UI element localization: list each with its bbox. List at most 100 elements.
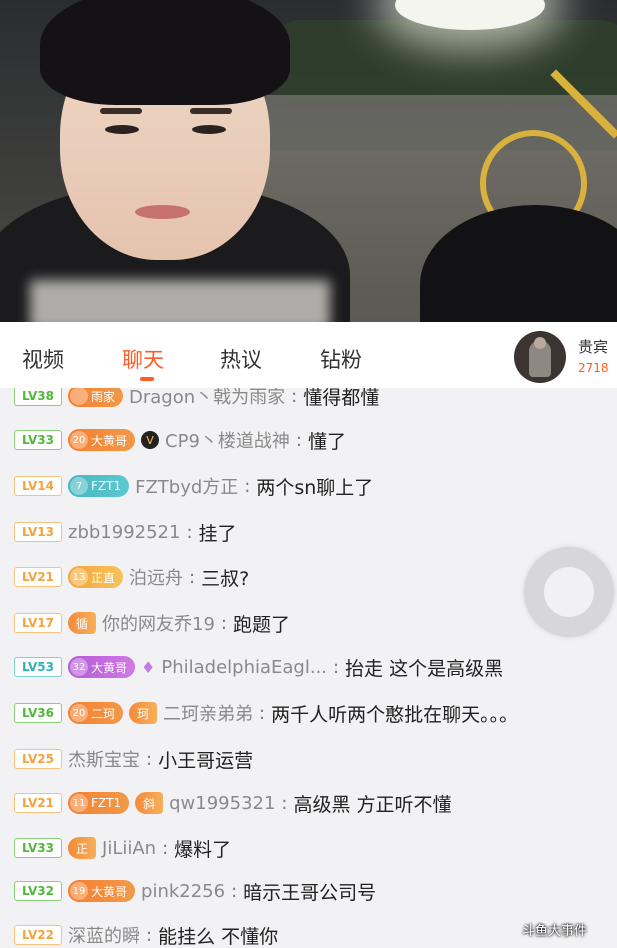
username[interactable]: pink2256 <box>141 881 225 902</box>
fan-badge-level: 19 <box>70 882 88 900</box>
chat-message[interactable]: LV17 循你的网友乔19: 跑题了 <box>14 609 290 637</box>
chat-message[interactable]: LV14 7 FZT1 FZTbyd方正: 两个sn聊上了 <box>14 472 373 500</box>
video-brow-left <box>100 108 142 114</box>
fan-badge[interactable]: 13 正直 <box>68 566 124 588</box>
message-text: 能挂么 不懂你 <box>158 925 279 948</box>
username[interactable]: qw1995321 <box>169 793 275 814</box>
chat-message[interactable]: LV38 雨家 Dragon丶戟为雨家: 懂得都懂 <box>14 388 379 410</box>
tab-video[interactable]: 视频 <box>22 344 64 374</box>
level-badge: LV21 <box>14 793 62 813</box>
message-text: 两千人听两个憨批在聊天。。。 <box>271 703 519 726</box>
username[interactable]: JiLiiAn <box>102 838 156 859</box>
message-text: 高级黑 方正听不懂 <box>293 793 452 816</box>
fan-badge-level: 11 <box>70 794 88 812</box>
fan-badge-level: 7 <box>70 477 88 495</box>
vip-label[interactable]: 贵宾 <box>578 336 608 357</box>
message-separator: : <box>231 880 238 902</box>
username[interactable]: 二珂亲弟弟 <box>163 700 253 726</box>
message-text: 暗示王哥公司号 <box>243 881 377 904</box>
tab-diamond-fans[interactable]: 钻粉 <box>320 344 362 374</box>
chat-message[interactable]: LV53 32 大黄哥 ♦ PhiladelphiaEagl...: 抬走 这个是高级黑 <box>14 653 503 681</box>
username[interactable]: PhiladelphiaEagl... <box>161 657 327 678</box>
chat-message[interactable]: LV22 深蓝的瞬: 能挂么 不懂你 <box>14 921 278 948</box>
username[interactable]: CP9丶楼道战神 <box>165 427 290 453</box>
level-badge: LV32 <box>14 881 62 901</box>
fan-badge-level: 32 <box>70 658 88 676</box>
fan-badge[interactable]: 雨家 <box>68 388 124 407</box>
vip-avatar[interactable] <box>514 331 566 383</box>
message-separator: : <box>220 612 227 634</box>
fan-badge-text: 正直 <box>91 570 116 585</box>
video-eye-right <box>192 125 226 134</box>
message-separator: : <box>146 924 153 946</box>
message-text: 跑题了 <box>233 613 291 636</box>
level-badge: LV14 <box>14 476 62 496</box>
level-badge: LV13 <box>14 522 62 542</box>
message-separator: : <box>281 792 288 814</box>
message-separator: : <box>186 521 193 543</box>
watermark-text: 斗鱼大事件 <box>522 924 588 939</box>
fan-club-badge[interactable]: 斜 <box>135 792 164 814</box>
fan-badge[interactable]: 20 二珂 <box>68 702 124 724</box>
username[interactable]: 深蓝的瞬 <box>68 922 140 948</box>
message-text: 挂了 <box>198 522 237 545</box>
message-separator: : <box>146 748 153 770</box>
fan-badge[interactable]: 32 大黄哥 <box>68 656 136 678</box>
fan-badge[interactable]: 20 大黄哥 <box>68 429 136 451</box>
message-text: 抬走 这个是高级黑 <box>345 657 504 680</box>
video-brow-right <box>190 108 232 114</box>
fan-badge[interactable]: 19 大黄哥 <box>68 880 136 902</box>
fan-badge-text: 二珂 <box>91 706 116 721</box>
chat-message[interactable]: LV25 杰斯宝宝: 小王哥运营 <box>14 745 253 773</box>
username[interactable]: Dragon丶戟为雨家 <box>129 388 285 409</box>
live-video[interactable] <box>0 0 617 322</box>
tab-hot-topics[interactable]: 热议 <box>220 344 262 374</box>
fan-badge[interactable]: 11 FZT1 <box>68 792 130 814</box>
message-text: 三叔? <box>201 567 250 590</box>
fan-badge-text: 大黄哥 <box>91 433 128 448</box>
verified-icon: V <box>141 431 160 449</box>
fan-badge-text: 大黄哥 <box>91 884 128 899</box>
message-text: 爆料了 <box>174 838 232 861</box>
video-streamer-mouth <box>135 205 190 219</box>
fan-club-badge[interactable]: 正 <box>68 837 97 859</box>
fan-badge-text: FZT1 <box>91 479 122 493</box>
floating-assistive-button[interactable] <box>524 547 614 637</box>
level-badge: LV25 <box>14 749 62 769</box>
username[interactable]: 泊远舟 <box>129 564 183 590</box>
chat-message[interactable]: LV32 19 大黄哥 pink2256: 暗示王哥公司号 <box>14 877 376 905</box>
level-badge: LV53 <box>14 657 62 677</box>
username[interactable]: 你的网友乔19 <box>102 610 215 636</box>
username[interactable]: FZTbyd方正 <box>135 473 238 499</box>
level-badge: LV33 <box>14 838 62 858</box>
message-separator: : <box>291 388 298 407</box>
chat-message[interactable]: LV13 zbb1992521: 挂了 <box>14 518 237 546</box>
username[interactable]: zbb1992521 <box>68 522 180 543</box>
video-streamer-hair <box>40 0 290 105</box>
tab-chat[interactable]: 聊天 <box>122 344 164 374</box>
chat-message[interactable]: LV21 11 FZT1 斜 qw1995321: 高级黑 方正听不懂 <box>14 789 452 817</box>
fan-badge-text: 大黄哥 <box>91 660 128 675</box>
level-badge: LV36 <box>14 703 62 723</box>
level-badge: LV21 <box>14 567 62 587</box>
fan-badge[interactable]: 7 FZT1 <box>68 475 130 497</box>
fan-club-badge[interactable]: 循 <box>68 612 97 634</box>
message-text: 懂了 <box>307 430 346 453</box>
chat-message[interactable]: LV36 20 二珂珂二珂亲弟弟: 两千人听两个憨批在聊天。。。 <box>14 699 518 727</box>
chat-list[interactable]: LV38 雨家 Dragon丶戟为雨家: 懂得都懂 LV33 20 大黄哥 V CP9丶楼道战神… <box>0 388 617 948</box>
level-badge: LV33 <box>14 430 62 450</box>
fan-badge-text: 雨家 <box>91 389 116 404</box>
fan-club-badge[interactable]: 珂 <box>129 702 158 724</box>
level-badge: LV22 <box>14 925 62 945</box>
video-blur-mask <box>30 280 330 322</box>
chat-message[interactable]: LV33 20 大黄哥 V CP9丶楼道战神: 懂了 <box>14 426 346 454</box>
message-separator: : <box>259 702 266 724</box>
fan-badge-level <box>70 388 88 405</box>
chat-message[interactable]: LV21 13 正直 泊远舟: 三叔? <box>14 563 249 591</box>
message-text: 懂得都懂 <box>303 388 380 409</box>
username[interactable]: 杰斯宝宝 <box>68 746 140 772</box>
message-text: 两个sn聊上了 <box>256 476 374 499</box>
chat-message[interactable]: LV33 正 JiLiiAn: 爆料了 <box>14 834 231 862</box>
floating-button-inner <box>544 567 594 617</box>
message-separator: : <box>162 837 169 859</box>
